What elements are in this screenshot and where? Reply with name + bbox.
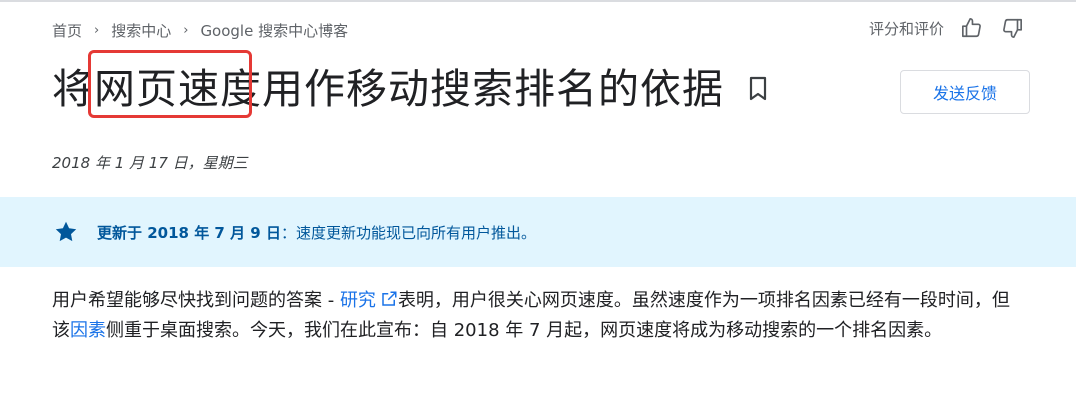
body-paragraph-cutoff	[52, 386, 1027, 400]
research-link-label: 研究	[339, 290, 376, 311]
page-title: 将网页速度用作移动搜索排名的依据	[52, 50, 724, 118]
banner-text: 更新于 2018 年 7 月 9 日：速度更新功能现已向所有用户推出。	[97, 222, 536, 243]
breadcrumb-home[interactable]: 首页	[52, 20, 82, 41]
breadcrumb: 首页 › 搜索中心 › Google 搜索中心博客	[52, 18, 348, 42]
star-icon	[54, 220, 78, 244]
title-row: 将网页速度用作移动搜索排名的依据	[52, 50, 770, 118]
breadcrumb-search-central[interactable]: 搜索中心	[111, 20, 171, 41]
banner-message: ：速度更新功能现已向所有用户推出。	[280, 223, 536, 242]
publish-date: 2018 年 1 月 17 日，星期三	[52, 154, 248, 172]
banner-date: 更新于 2018 年 7 月 9 日	[97, 223, 281, 242]
external-link-icon	[382, 291, 397, 306]
paragraph-text: 用户希望能够尽快找到问题的答案 -	[52, 290, 340, 311]
breadcrumb-separator: ›	[183, 22, 189, 38]
breadcrumb-blog[interactable]: Google 搜索中心博客	[200, 20, 348, 41]
page-title-text: 将网页速度用作移动搜索排名的依据	[52, 65, 724, 113]
breadcrumb-separator: ›	[94, 22, 100, 38]
thumb-down-icon[interactable]	[1000, 16, 1024, 40]
thumb-up-icon[interactable]	[960, 16, 984, 40]
paragraph-text: 侧重于桌面搜索。今天，我们在此宣布：自 2018 年 7 月起，网页速度将成为移…	[106, 320, 943, 341]
rating-bar: 评分和评价	[869, 16, 1024, 40]
research-link[interactable]: 研究	[340, 290, 398, 311]
body-paragraph: 用户希望能够尽快找到问题的答案 - 研究 表明，用户很关心网页速度。虽然速度作为一…	[52, 286, 1027, 346]
factor-link[interactable]: 因素	[70, 320, 106, 341]
rating-label: 评分和评价	[868, 19, 944, 38]
update-banner: 更新于 2018 年 7 月 9 日：速度更新功能现已向所有用户推出。	[0, 197, 1076, 267]
send-feedback-button[interactable]: 发送反馈	[900, 70, 1030, 114]
bookmark-icon[interactable]	[746, 74, 770, 104]
top-border	[0, 0, 1076, 2]
